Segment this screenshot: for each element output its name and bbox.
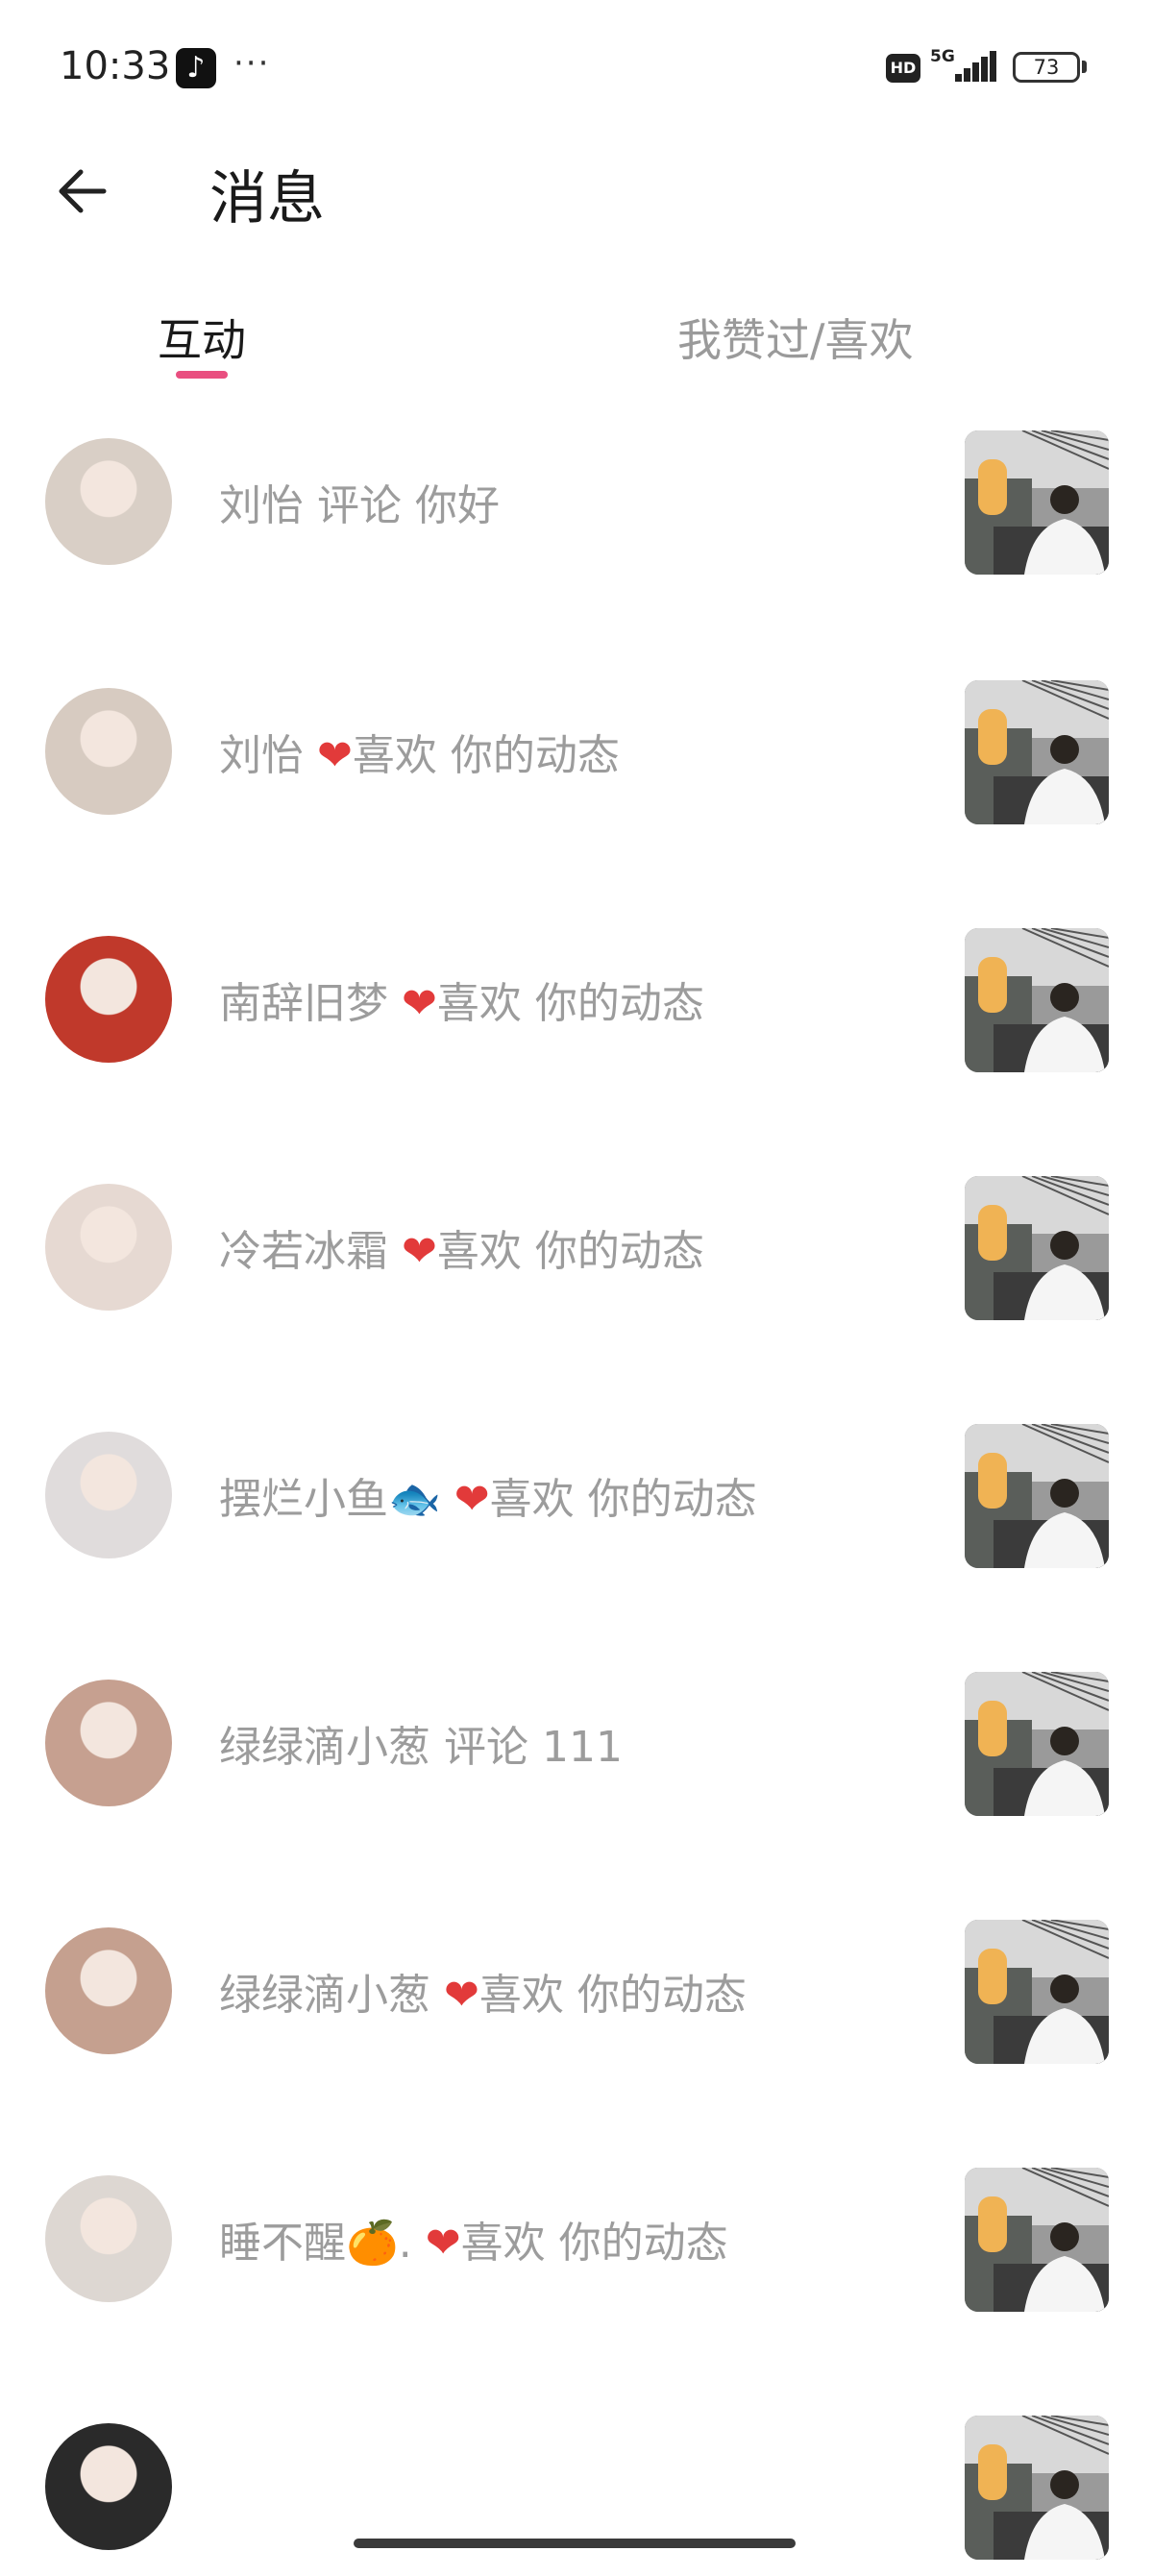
avatar[interactable] — [45, 1432, 172, 1558]
avatar[interactable] — [45, 2175, 172, 2302]
post-thumbnail[interactable] — [965, 430, 1109, 575]
message-row[interactable]: 睡不醒🍊. ❤喜欢 你的动态 — [0, 2160, 1153, 2328]
avatar[interactable] — [45, 1184, 172, 1311]
battery-tip — [1082, 61, 1087, 73]
status-time: 10:33 — [60, 44, 171, 88]
message-row[interactable]: 绿绿滴小葱 ❤喜欢 你的动态 — [0, 1912, 1153, 2080]
post-thumbnail[interactable] — [965, 1424, 1109, 1568]
avatar[interactable] — [45, 2423, 172, 2550]
user-name[interactable]: 南辞旧梦 — [219, 979, 388, 1028]
network-label: 5G — [930, 47, 955, 66]
tab-interactions[interactable]: 互动 — [158, 306, 246, 369]
message-text: 冷若冰霜 ❤喜欢 你的动态 — [219, 1216, 704, 1278]
heart-icon: ❤ — [317, 731, 353, 780]
message-content: 你的动态 — [587, 1475, 757, 1524]
message-text: 南辞旧梦 ❤喜欢 你的动态 — [219, 969, 704, 1030]
avatar[interactable] — [45, 688, 172, 815]
message-content: 111 — [542, 1723, 623, 1772]
post-thumbnail[interactable] — [965, 1672, 1109, 1816]
post-thumbnail[interactable] — [965, 1176, 1109, 1320]
message-row[interactable]: 摆烂小鱼🐟 ❤喜欢 你的动态 — [0, 1416, 1153, 1584]
post-thumbnail[interactable] — [965, 1920, 1109, 2064]
post-thumbnail[interactable] — [965, 680, 1109, 824]
user-name[interactable]: 绿绿滴小葱 — [219, 1971, 430, 2020]
post-thumbnail[interactable] — [965, 928, 1109, 1072]
message-text: 绿绿滴小葱 ❤喜欢 你的动态 — [219, 1960, 747, 2022]
active-tab-indicator — [176, 371, 228, 379]
message-text: 刘怡 评论 你好 — [219, 471, 500, 532]
signal-icon: 5G — [930, 47, 997, 87]
message-row[interactable]: 刘怡 ❤喜欢 你的动态 — [0, 673, 1153, 841]
action-label: 喜欢 — [436, 979, 522, 1028]
user-name[interactable]: 刘怡 — [219, 481, 304, 530]
battery-level: 73 — [1033, 56, 1060, 79]
arrow-left-icon — [59, 169, 107, 213]
message-text: 绿绿滴小葱 评论 111 — [219, 1712, 623, 1774]
heart-icon: ❤ — [425, 2219, 461, 2268]
user-name[interactable]: 冷若冰霜 — [219, 1227, 388, 1276]
message-content: 你的动态 — [558, 2219, 728, 2268]
message-content: 你的动态 — [576, 1971, 747, 2020]
post-thumbnail[interactable] — [965, 2168, 1109, 2312]
action-label: 喜欢 — [436, 1227, 522, 1276]
message-content: 你好 — [415, 481, 500, 530]
user-name[interactable]: 睡不醒🍊. — [219, 2219, 412, 2268]
status-bar: 10:33 ♪ ··· HD 5G 73 — [0, 0, 1153, 135]
user-name[interactable]: 刘怡 — [219, 731, 304, 780]
avatar[interactable] — [45, 936, 172, 1063]
heart-icon: ❤ — [454, 1475, 490, 1524]
action-label: 评论 — [317, 481, 402, 530]
hd-badge: HD — [886, 54, 920, 83]
more-notifications-icon: ··· — [233, 44, 271, 83]
message-row[interactable]: 绿绿滴小葱 评论 111 — [0, 1664, 1153, 1832]
post-thumbnail[interactable] — [965, 2416, 1109, 2560]
action-label: 喜欢 — [460, 2219, 546, 2268]
message-row[interactable]: 刘怡 评论 你好 — [0, 423, 1153, 591]
heart-icon: ❤ — [402, 979, 437, 1028]
heart-icon: ❤ — [444, 1971, 479, 2020]
message-row[interactable]: 南辞旧梦 ❤喜欢 你的动态 — [0, 920, 1153, 1089]
message-text: 睡不醒🍊. ❤喜欢 你的动态 — [219, 2208, 728, 2269]
tiktok-icon: ♪ — [176, 48, 216, 88]
message-row[interactable]: 冷若冰霜 ❤喜欢 你的动态 — [0, 1168, 1153, 1337]
page-title: 消息 — [209, 165, 325, 233]
user-name[interactable]: 摆烂小鱼🐟 — [219, 1475, 441, 1524]
action-label: 喜欢 — [478, 1971, 564, 2020]
message-text: 摆烂小鱼🐟 ❤喜欢 你的动态 — [219, 1464, 757, 1526]
tab-liked[interactable]: 我赞过/喜欢 — [677, 306, 914, 369]
message-text: 刘怡 ❤喜欢 你的动态 — [219, 721, 620, 782]
back-button[interactable] — [54, 158, 111, 225]
message-content: 你的动态 — [534, 1227, 704, 1276]
avatar[interactable] — [45, 1680, 172, 1806]
avatar[interactable] — [45, 438, 172, 565]
heart-icon: ❤ — [402, 1227, 437, 1276]
action-label: 评论 — [444, 1723, 528, 1772]
message-content: 你的动态 — [450, 731, 620, 780]
action-label: 喜欢 — [352, 731, 437, 780]
action-label: 喜欢 — [489, 1475, 575, 1524]
user-name[interactable]: 绿绿滴小葱 — [219, 1723, 430, 1772]
battery-icon: 73 — [1013, 52, 1080, 83]
avatar[interactable] — [45, 1927, 172, 2054]
message-content: 你的动态 — [534, 979, 704, 1028]
message-row[interactable] — [0, 2408, 1153, 2576]
home-indicator[interactable] — [354, 2539, 796, 2548]
